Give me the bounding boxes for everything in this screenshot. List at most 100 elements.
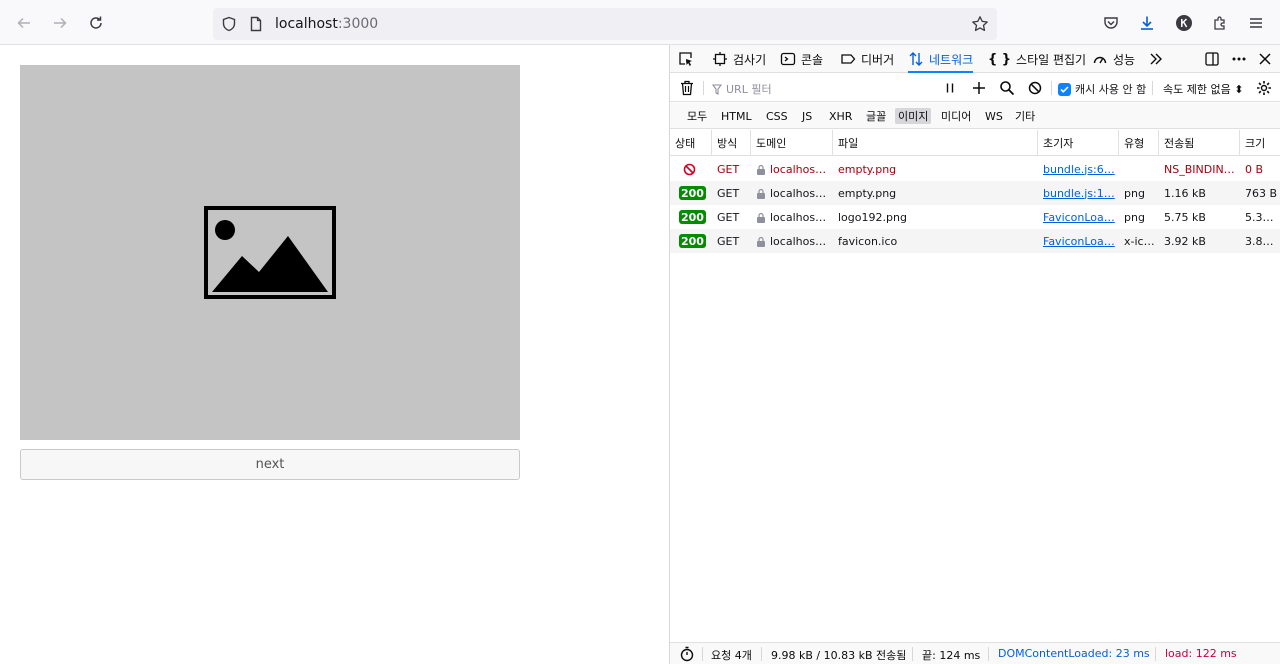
table-row[interactable]: 200 GET localhos… empty.png bundle.js:1…… [670,181,1280,205]
type-filter-html[interactable]: HTML [718,108,755,124]
file-cell: logo192.png [838,210,907,224]
throttling-select[interactable]: 속도 제한 없음 ⬍ [1163,81,1243,97]
extensions-icon[interactable] [1207,10,1233,36]
network-table-header: 상태 방식 도메인 파일 초기자 유형 전송됨 크기 [670,130,1280,156]
load-time: load: 122 ms [1165,647,1237,660]
tab-console[interactable]: 콘솔 [780,45,823,73]
type-filter-media[interactable]: 미디어 [938,108,974,124]
devtools-tabbar: 검사기 콘솔 디버거 네트워크 { } 스타일 편집기 성능 [670,45,1280,73]
address-bar[interactable]: localhost:3000 [213,8,997,40]
transferred-cell: 1.16 kB [1164,186,1206,200]
url-filter-input[interactable]: URL 필터 [712,81,772,97]
initiator-link[interactable]: FaviconLoa… [1043,211,1115,224]
shield-icon[interactable] [221,16,237,35]
dock-side-icon[interactable] [1204,51,1220,67]
network-filter-bar: URL 필터 캐시 사용 안 함 속도 제한 없음 ⬍ [670,74,1280,102]
separator [703,81,704,95]
pause-icon[interactable] [942,80,958,96]
type-filter-ws[interactable]: WS [982,108,1006,124]
reload-icon[interactable] [83,10,109,36]
initiator-cell: bundle.js:6… [1038,157,1119,181]
page-icon[interactable] [248,16,264,35]
column-header-transferred[interactable]: 전송됨 [1159,130,1240,156]
network-status-bar: 요청 4개 9.98 kB / 10.83 kB 전송됨 끝: 124 ms D… [670,642,1280,664]
add-plus-icon[interactable] [971,80,987,96]
tab-debugger[interactable]: 디버거 [840,45,894,73]
more-tabs-chevron-icon[interactable] [1148,51,1164,67]
type-filter-js[interactable]: JS [799,108,815,124]
initiator-cell: FaviconLoa… [1038,229,1119,253]
initiator-link[interactable]: bundle.js:1… [1043,187,1115,200]
size-cell: 763 B [1245,186,1278,200]
domain-cell: localhos… [751,181,833,205]
pocket-icon[interactable] [1098,10,1124,36]
tab-performance[interactable]: 성능 [1092,45,1135,73]
url-text[interactable]: localhost:3000 [275,16,378,32]
initiator-link[interactable]: bundle.js:6… [1043,163,1115,176]
network-icon [909,52,923,66]
debugger-icon [841,54,856,64]
initiator-link[interactable]: FaviconLoa… [1043,235,1115,248]
column-header-type[interactable]: 유형 [1119,130,1159,156]
domcontentloaded-time: DOMContentLoaded: 23 ms [998,647,1150,660]
checkbox-checked-icon[interactable] [1058,82,1071,96]
method-cell: GET [717,234,740,248]
settings-gear-icon[interactable] [1256,80,1272,96]
type-filter-other[interactable]: 기타 [1012,108,1038,124]
initiator-cell: bundle.js:1… [1038,181,1119,205]
separator [988,647,989,661]
tab-network[interactable]: 네트워크 [908,45,974,73]
table-row[interactable]: 200 GET localhos… favicon.ico FaviconLoa… [670,229,1280,253]
domain-text: localhos… [770,162,827,176]
tab-inspector[interactable]: 검사기 [712,45,766,73]
table-row[interactable]: 200 GET localhos… logo192.png FaviconLoa… [670,205,1280,229]
blocked-icon [683,163,696,175]
type-filter-images[interactable]: 이미지 [895,108,932,124]
type-cell [1119,157,1159,181]
account-avatar-icon[interactable] [1171,10,1197,36]
column-header-initiator[interactable]: 초기자 [1038,130,1119,156]
domain-text: localhos… [770,234,827,248]
file-cell: favicon.ico [838,234,898,248]
stopwatch-icon[interactable] [679,646,695,662]
domain-cell: localhos… [751,229,833,253]
column-header-size[interactable]: 크기 [1240,130,1280,156]
block-icon[interactable] [1027,80,1043,96]
element-picker-icon[interactable] [678,51,694,67]
disable-cache-checkbox[interactable]: 캐시 사용 안 함 [1058,81,1146,97]
next-button[interactable]: next [20,449,520,480]
size-cell: 5.3… [1245,210,1274,224]
back-arrow-icon[interactable] [11,10,37,36]
transferred-cell: NS_BINDIN… [1164,162,1235,176]
tab-style-editor[interactable]: { } 스타일 편집기 [988,45,1086,73]
trash-icon[interactable] [679,80,695,96]
tab-label: 콘솔 [801,52,824,67]
type-filter-all[interactable]: 모두 [684,108,710,124]
file-cell: empty.png [838,162,897,176]
url-port: :3000 [337,16,379,32]
column-header-domain[interactable]: 도메인 [751,130,833,156]
type-filter-css[interactable]: CSS [763,108,791,124]
status-badge: 200 [679,186,706,200]
column-header-status[interactable]: 상태 [670,130,712,156]
braces-icon: { } [988,51,1012,67]
download-icon[interactable] [1134,10,1160,36]
column-header-method[interactable]: 방식 [712,130,751,156]
tab-label: 검사기 [733,52,767,67]
close-devtools-icon[interactable] [1257,51,1273,67]
type-filter-fonts[interactable]: 글꼴 [863,108,889,124]
type-filter-xhr[interactable]: XHR [826,108,855,124]
forward-arrow-icon[interactable] [47,10,73,36]
menu-hamburger-icon[interactable] [1243,10,1269,36]
more-options-icon[interactable] [1231,51,1247,67]
bookmark-star-icon[interactable] [971,15,989,36]
page-content: next [0,45,669,664]
disable-cache-label: 캐시 사용 안 함 [1075,83,1147,96]
status-cell: 200 [674,205,712,229]
column-header-file[interactable]: 파일 [833,130,1038,156]
tab-label: 성능 [1113,52,1136,67]
method-cell: GET [717,162,740,176]
table-row[interactable]: GET localhos… empty.png bundle.js:6… NS_… [670,157,1280,181]
search-icon[interactable] [999,80,1015,96]
image-placeholder-icon [204,206,336,299]
